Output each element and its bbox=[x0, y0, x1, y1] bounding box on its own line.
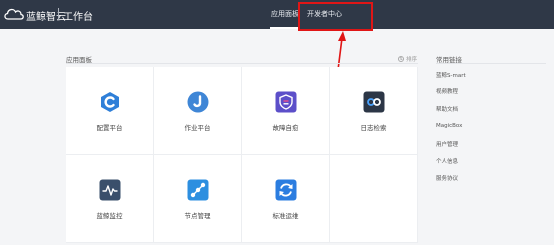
cmdb-hexagon-c-icon bbox=[101, 92, 119, 112]
app-grid: 配置平台 作业平台 故障自愈 日志检索 蓝鲸监控 节点管理 标准运维 bbox=[66, 67, 418, 243]
log-infinity-icon bbox=[363, 91, 385, 113]
app-label: 标准运维 bbox=[272, 212, 299, 220]
node-graph-icon bbox=[187, 179, 209, 201]
quick-links-divider bbox=[436, 63, 546, 64]
tab-app-panel[interactable]: 应用面板 bbox=[267, 0, 303, 29]
brand-divider bbox=[58, 8, 59, 20]
tab-developer-center[interactable]: 开发者中心 bbox=[307, 0, 342, 29]
app-label: 故障自愈 bbox=[272, 124, 299, 132]
quick-link-profile[interactable]: 个人信息 bbox=[436, 157, 458, 165]
cloud-logo-icon bbox=[4, 8, 24, 20]
app-label: 配置平台 bbox=[96, 124, 123, 132]
sops-sync-icon bbox=[275, 179, 297, 201]
quick-link-magicbox[interactable]: MagicBox bbox=[436, 123, 462, 129]
app-label: 蓝鲸监控 bbox=[96, 212, 123, 220]
app-tile-log-search[interactable]: 日志检索 bbox=[330, 67, 418, 155]
app-tile-node-manager[interactable]: 节点管理 bbox=[154, 155, 242, 243]
quick-link-smart[interactable]: 蓝鲸S-mart bbox=[436, 71, 466, 79]
quick-link-video-tutorial[interactable]: 视频教程 bbox=[436, 87, 458, 95]
app-tile-monitor[interactable]: 蓝鲸监控 bbox=[66, 155, 154, 243]
monitor-pulse-icon bbox=[99, 179, 121, 201]
app-tile-cmdb[interactable]: 配置平台 bbox=[66, 67, 154, 155]
fault-shield-icon bbox=[275, 91, 297, 113]
job-circle-j-icon bbox=[187, 91, 209, 113]
app-label: 节点管理 bbox=[184, 212, 211, 220]
workbench-title: 工作台 bbox=[63, 12, 93, 23]
quick-link-user-management[interactable]: 用户管理 bbox=[436, 140, 458, 148]
brand-name: 蓝鲸智云 bbox=[26, 12, 66, 23]
app-label: 作业平台 bbox=[184, 124, 211, 132]
quick-link-help-docs[interactable]: 帮助文档 bbox=[436, 105, 458, 113]
app-tile-fault-healing[interactable]: 故障自愈 bbox=[242, 67, 330, 155]
panel-divider bbox=[66, 63, 418, 64]
app-tile-sops[interactable]: 标准运维 bbox=[242, 155, 330, 243]
sort-button[interactable]: ⇅ 排序 bbox=[398, 55, 417, 63]
empty-tile bbox=[330, 155, 418, 243]
app-tile-job[interactable]: 作业平台 bbox=[154, 67, 242, 155]
sort-label: 排序 bbox=[406, 57, 418, 63]
sort-icon: ⇅ bbox=[398, 56, 404, 62]
app-label: 日志检索 bbox=[360, 124, 387, 132]
top-navigation-bar: 蓝鲸智云 工作台 应用面板 开发者中心 bbox=[0, 0, 554, 29]
quick-link-service-agreement[interactable]: 服务协议 bbox=[436, 174, 458, 182]
